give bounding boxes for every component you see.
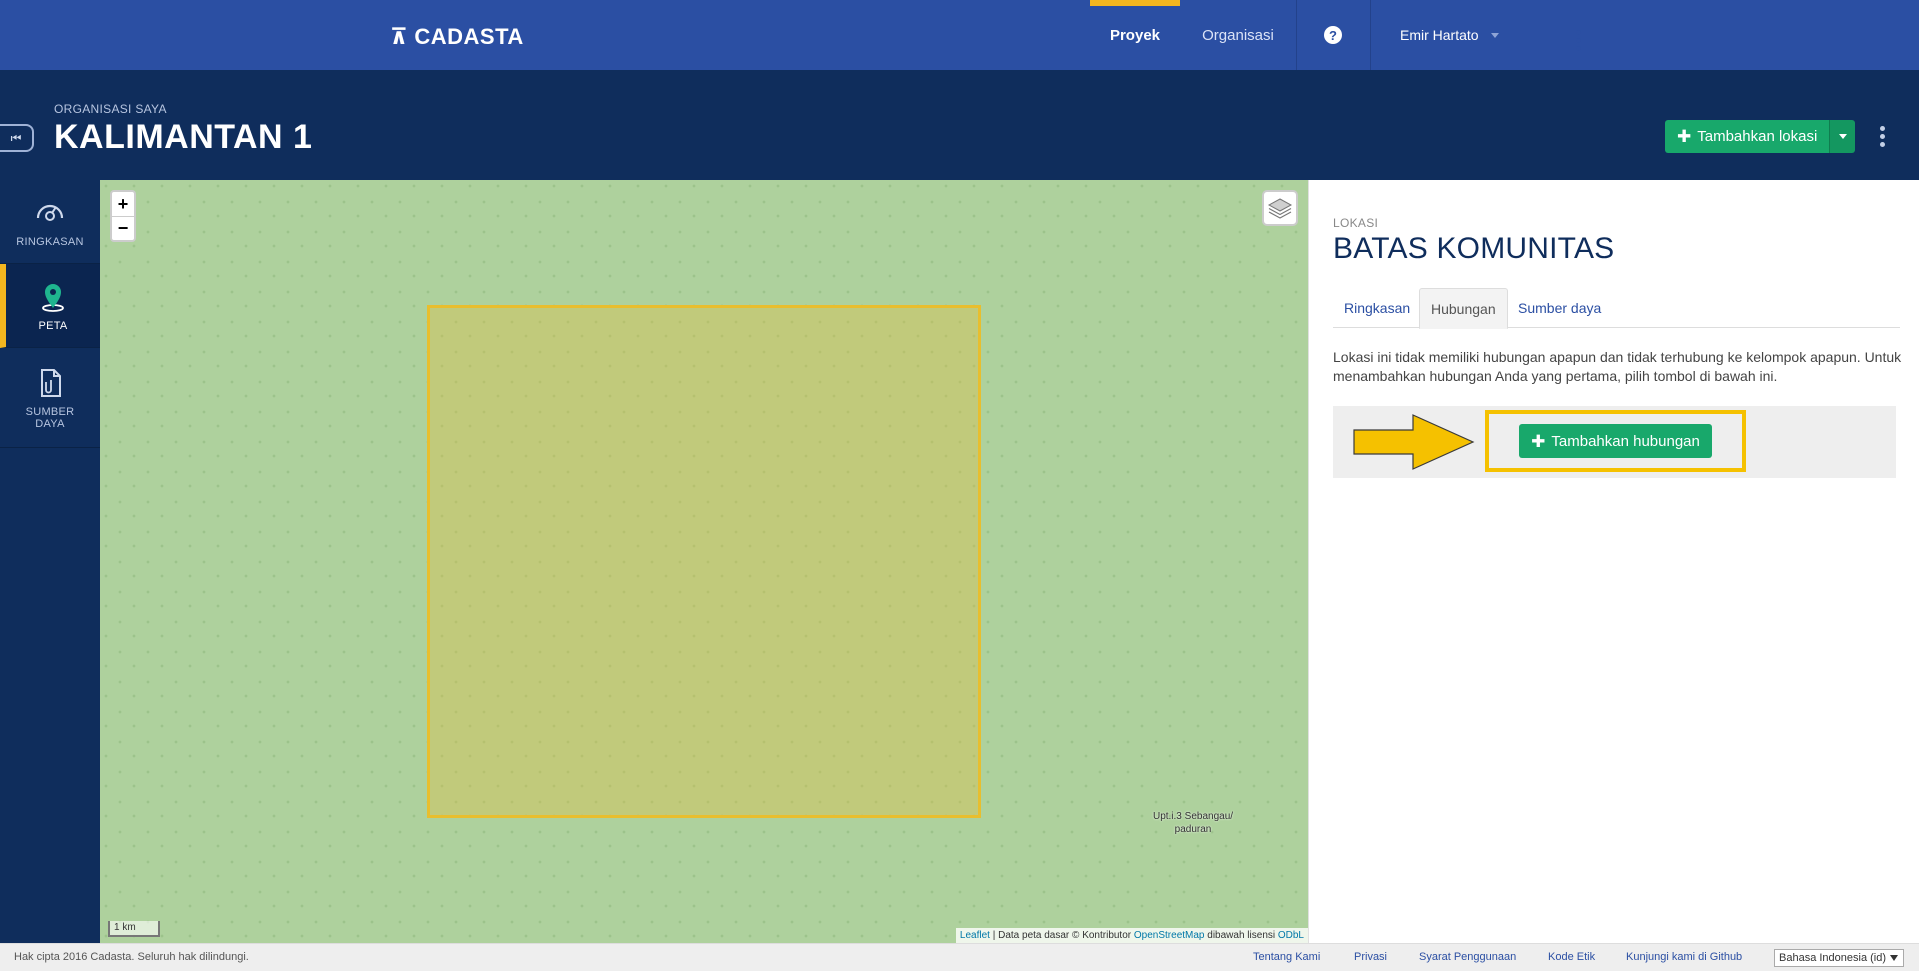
help-button[interactable]: ? [1296,0,1370,70]
cadasta-logo[interactable]: ⊼ CADASTA [390,24,524,50]
map-place-label: Upt.i.3 Sebangau/ paduran [1138,810,1248,836]
zoom-out-button[interactable]: − [112,216,134,240]
project-header: ⏮ ORGANISASI SAYA KALIMANTAN 1 ✚ Tambahk… [0,70,1919,180]
chevron-down-icon [1490,32,1499,38]
highlight-box: ✚ Tambahkan hubungan [1485,410,1746,472]
footer-link-tentang-kami[interactable]: Tentang Kami [1253,951,1320,963]
openstreetmap-link[interactable]: OpenStreetMap [1134,930,1205,941]
location-detail-panel: LOKASI BATAS KOMUNITAS Ringkasan Hubunga… [1308,180,1919,943]
language-select-value: Bahasa Indonesia (id) [1779,952,1887,964]
location-title: BATAS KOMUNITAS [1333,232,1615,265]
leaflet-link[interactable]: Leaflet [960,930,990,941]
location-more-options-button[interactable] [1574,30,1582,51]
tab-hubungan[interactable]: Hubungan [1419,288,1508,329]
attribution-text: | Data peta dasar © Kontributor [989,930,1134,941]
no-relationships-message: Lokasi ini tidak memiliki hubungan apapu… [1333,349,1902,384]
layers-icon [1267,198,1293,219]
location-boundary-polygon[interactable] [427,305,981,818]
collapse-icon: ⏮ [10,130,22,145]
collapse-sidebar-button[interactable]: ⏮ [0,124,34,152]
tab-sumber-daya[interactable]: Sumber daya [1507,288,1612,328]
add-location-button[interactable]: ✚ Tambahkan lokasi [1665,120,1830,153]
attribution-text: dibawah lisensi [1204,930,1278,941]
sidebar-item-label: RINGKASAN [16,235,84,248]
cadasta-logo-icon: ⊼ [390,24,409,49]
top-navbar: ⊼ CADASTA Proyek Organisasi ? Emir Harta… [0,0,1919,70]
sidebar-item-sumber-daya[interactable]: SUMBER DAYA [0,348,100,448]
dashboard-icon [36,204,64,221]
sidebar-item-label: SUMBER [25,405,75,418]
chevron-down-icon [1838,134,1847,139]
sidebar-item-label: PETA [38,319,68,332]
footer-link-syarat-penggunaan[interactable]: Syarat Penggunaan [1419,951,1516,963]
add-location-dropdown-toggle[interactable] [1829,120,1856,153]
map-place-label-line: Upt.i.3 Sebangau/ [1152,811,1234,822]
copyright-text: Hak cipta 2016 Cadasta. Seluruh hak dili… [14,951,249,963]
map-canvas[interactable]: + − Upt.i.3 Sebangau/ paduran 1 km Leafl… [100,180,1308,943]
map-pin-icon [42,283,64,312]
odbl-link[interactable]: ODbL [1278,930,1304,941]
footer-link-privasi[interactable]: Privasi [1354,951,1387,963]
organization-label[interactable]: ORGANISASI SAYA [54,102,167,116]
user-menu[interactable]: Emir Hartato [1370,0,1520,70]
kebab-dot [1879,134,1885,139]
footer-link-github[interactable]: Kunjungi kami di Github [1626,951,1742,963]
help-icon: ? [1324,26,1342,44]
project-more-options-button[interactable] [1878,126,1886,147]
project-sidebar: RINGKASAN PETA SUMBER DAYA [0,180,100,943]
kebab-dot [1879,142,1885,147]
chevron-down-icon [1890,955,1898,961]
plus-icon: ✚ [1677,127,1692,146]
footer-link-kode-etik[interactable]: Kode Etik [1548,951,1595,963]
panel-label: LOKASI [1333,216,1379,230]
location-tabs: Ringkasan Hubungan Sumber daya [1333,288,1900,329]
nav-organisasi[interactable]: Organisasi [1190,0,1286,70]
map-attribution: Leaflet | Data peta dasar © Kontributor … [955,928,1308,943]
add-location-split-button: ✚ Tambahkan lokasi [1665,120,1856,153]
add-location-label: Tambahkan lokasi [1697,128,1818,145]
zoom-control: + − [110,190,136,242]
user-name: Emir Hartato [1400,27,1479,43]
page-footer: Hak cipta 2016 Cadasta. Seluruh hak dili… [0,943,1919,971]
add-relationship-area: ✚ Tambahkan hubungan [1333,406,1896,478]
kebab-dot [1575,38,1581,43]
tab-ringkasan[interactable]: Ringkasan [1333,288,1421,328]
brand-name: CADASTA [414,24,524,49]
sidebar-item-ringkasan[interactable]: RINGKASAN [0,180,100,264]
add-relationship-button[interactable]: ✚ Tambahkan hubungan [1519,424,1712,458]
zoom-in-button[interactable]: + [112,192,134,216]
layers-button[interactable] [1262,190,1298,226]
document-attachment-icon [41,368,61,397]
project-title: KALIMANTAN 1 [54,118,313,156]
map-scale-bar: 1 km [108,921,160,937]
kebab-dot [1879,126,1885,131]
nav-proyek[interactable]: Proyek [1090,0,1180,70]
sidebar-item-peta[interactable]: PETA [0,264,100,348]
kebab-dot [1575,30,1581,35]
arrow-right-icon [1353,414,1475,470]
sidebar-item-label: DAYA [35,417,65,430]
add-relationship-label: Tambahkan hubungan [1551,432,1700,450]
kebab-dot [1575,46,1581,51]
plus-icon: ✚ [1531,431,1546,451]
map-place-label-line: paduran [1174,824,1212,835]
language-select[interactable]: Bahasa Indonesia (id) [1774,949,1904,967]
